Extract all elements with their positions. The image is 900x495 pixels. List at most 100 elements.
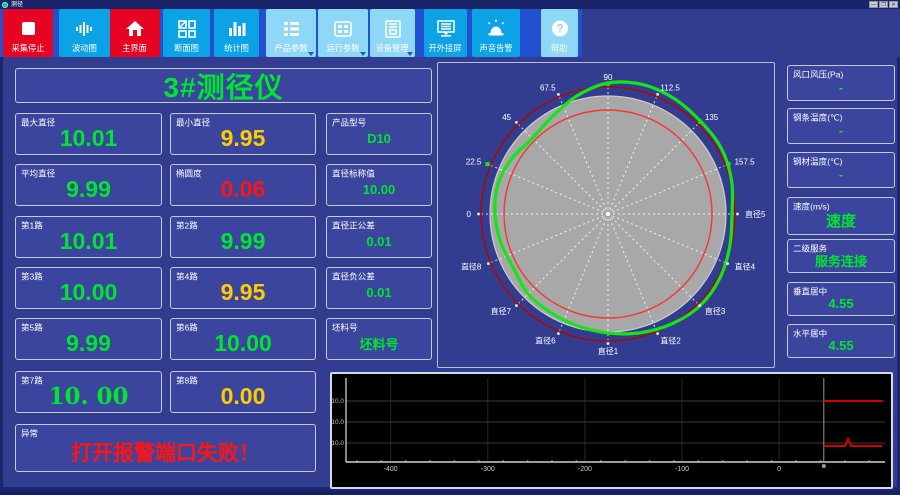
- external-screen-icon: [436, 20, 455, 37]
- cell-value: 0.00: [220, 382, 266, 409]
- svg-text:?: ?: [556, 22, 563, 36]
- status-value[interactable]: 服务连接: [788, 248, 894, 272]
- y-axis-tick-label: 10.0: [332, 440, 344, 447]
- cell-value: 9.99: [66, 329, 111, 356]
- toolbar-button-section-chart[interactable]: 断面图: [163, 9, 210, 57]
- window-controls: — ❐ ✕: [869, 1, 898, 8]
- cell-value: D10: [367, 130, 391, 146]
- toolbar-button-label: 设备管理: [375, 43, 410, 53]
- toolbar-button-label: 运行参数: [326, 43, 360, 53]
- measure-cell-product-model: 产品型号 D10: [326, 113, 432, 155]
- gauge-title-box: 3#测径仪: [15, 68, 432, 103]
- measure-cell-channel-2: 第2路 9.99: [170, 216, 316, 258]
- main-area: 3#测径仪 最大直径 10.01 最小直径 9.95 产品型号 D10 平均直径 9.99 椭圆…: [0, 57, 900, 491]
- measure-cell-channel-8: 第8路 0.00: [170, 371, 316, 413]
- x-axis-tick-label: -100: [675, 466, 689, 473]
- toolbar-button-wave-chart[interactable]: 波动图: [59, 9, 110, 57]
- status-value[interactable]: 速度: [788, 206, 894, 234]
- toolbar-button-label: 产品参数: [274, 43, 308, 53]
- cell-value: 10.01: [59, 124, 118, 151]
- toolbar-button-label: 断面图: [174, 43, 199, 53]
- measure-cell-channel-4: 第4路 9.95: [170, 267, 316, 309]
- toolbar-button-device-manage[interactable]: 设备管理: [370, 9, 415, 57]
- measure-cell-channel-6: 第6路 10.00: [170, 318, 316, 360]
- y-axis-tick-label: 10.0: [332, 398, 344, 405]
- close-button[interactable]: ✕: [889, 1, 898, 8]
- status-cell-horizontal-center: 水平居中 4.55: [787, 324, 895, 358]
- polar-angle-label: 直径3: [705, 306, 726, 316]
- measure-cell-channel-7: 第7路 10. 00: [15, 371, 162, 413]
- polar-angle-label: 45: [502, 113, 511, 122]
- measure-cell-billet-number: 坯料号 坯料号: [326, 318, 432, 360]
- measure-cell-ovality: 椭圆度 0.06: [170, 164, 316, 206]
- minimize-button[interactable]: —: [869, 1, 878, 8]
- polar-angle-label: 90: [604, 73, 613, 82]
- toolbar-button-label: 声音告警: [479, 43, 513, 53]
- toolbar-button-label: 主界面: [122, 43, 148, 53]
- chevron-down-icon: [407, 52, 413, 56]
- measure-cell-nominal-diameter: 直径标称值 10.00: [326, 164, 432, 206]
- status-cell-speed: 速度(m/s) 速度: [787, 197, 895, 235]
- polar-angle-label: 直径8: [461, 261, 482, 271]
- app-window: 测径 — ❐ ✕ 采集停止 波动图 主界面 断面图 统计图 产品参数 运行参数 设备管理 开外接屏 声…: [0, 0, 900, 495]
- polar-angle-label: 直径6: [535, 336, 556, 346]
- measure-marker: [606, 81, 610, 86]
- toolbar-button-external-screen[interactable]: 开外接屏: [424, 9, 467, 57]
- chevron-down-icon: [308, 52, 314, 56]
- toolbar-button-label: 开外接屏: [428, 43, 463, 53]
- section-icon: [177, 20, 196, 38]
- polar-angle-label: 67.5: [540, 83, 556, 92]
- measure-cell-channel-1: 第1路 10.01: [15, 216, 162, 258]
- toolbar-button-sound-alarm[interactable]: 声音告警: [472, 9, 520, 57]
- toolbar-button-label: 采集停止: [11, 43, 45, 53]
- toolbar-button-run-params[interactable]: 运行参数: [318, 9, 368, 57]
- run-params-icon: [334, 21, 352, 37]
- status-cell-level2-service: 二级服务 服务连接: [787, 239, 895, 273]
- toolbar-button-stop-capture[interactable]: 采集停止: [3, 9, 53, 57]
- cell-value: 10.00: [362, 181, 396, 197]
- cell-value: 0.01: [366, 233, 392, 249]
- help-icon: ?: [551, 20, 568, 37]
- toolbar-button-help[interactable]: ? 帮助: [541, 9, 578, 57]
- status-value: -: [838, 166, 844, 182]
- cell-value: 10.00: [214, 329, 272, 356]
- status-value: 4.55: [828, 295, 854, 311]
- toolbar-button-label: 波动图: [72, 43, 97, 53]
- cell-value: 9.95: [220, 124, 266, 151]
- status-value: -: [838, 79, 844, 95]
- polar-angle-label: 直径7: [491, 306, 512, 316]
- toolbar-button-product-params[interactable]: 产品参数: [266, 9, 316, 57]
- toolbar-button-stats-chart[interactable]: 统计图: [214, 9, 259, 57]
- chevron-down-icon: [360, 52, 366, 56]
- measure-cell-max-diameter: 最大直径 10.01: [15, 113, 162, 155]
- polar-angle-label: 157.5: [735, 158, 756, 167]
- product-params-icon: [284, 22, 299, 36]
- gauge-title: 3#测径仪: [163, 71, 284, 103]
- polar-angle-label: 直径1: [598, 346, 619, 356]
- cross-section-chart: 0 22.5 45 67.5 90 112.5 135 157.5 直径5 直径4 直径3 直径2 直径…: [437, 62, 775, 368]
- measure-cell-min-diameter: 最小直径 9.95: [170, 113, 316, 155]
- measure-marker: [726, 162, 731, 167]
- cell-value: 9.99: [220, 227, 266, 254]
- toolbar-button-main-screen[interactable]: 主界面: [110, 9, 160, 57]
- measure-cell-avg-diameter: 平均直径 9.99: [15, 164, 162, 206]
- y-axis-tick-label: 10.0: [332, 419, 344, 426]
- app-icon: [2, 1, 8, 8]
- measure-cell-channel-5: 第5路 9.99: [15, 318, 162, 360]
- measure-marker: [485, 162, 490, 167]
- measure-cell-channel-3: 第3路 10.00: [15, 267, 162, 309]
- polar-angle-label: 135: [705, 113, 719, 122]
- device-manage-icon: [384, 20, 401, 38]
- window-title: 测径: [11, 1, 24, 8]
- status-cell-steel-temperature: 钢材温度(℃) -: [787, 152, 895, 188]
- status-cell-vertical-center: 垂直居中 4.55: [787, 282, 895, 316]
- cell-value: 0.06: [220, 175, 266, 202]
- toolbar-button-label: 帮助: [551, 43, 568, 53]
- home-icon: [126, 21, 144, 36]
- alarm-box: 异常 打开报警端口失败！: [15, 424, 316, 472]
- maximize-button[interactable]: ❐: [879, 1, 888, 8]
- measure-cell-plus-tolerance: 直径正公差 0.01: [326, 216, 432, 258]
- cell-value: 0.01: [366, 284, 392, 300]
- cell-value: 9.99: [66, 175, 111, 202]
- status-value: -: [838, 122, 844, 138]
